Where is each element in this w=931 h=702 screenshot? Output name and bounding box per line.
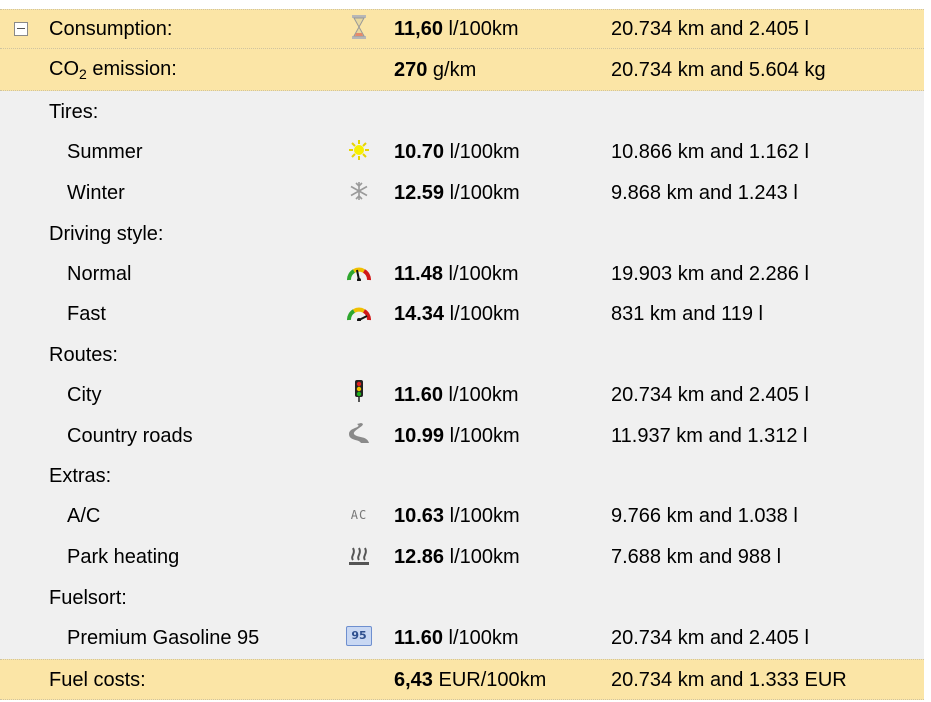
fuelsort-premium-row[interactable]: Premium Gasoline 95 95 11.60 l/100km 20.…: [0, 617, 924, 657]
hourglass-icon: [346, 15, 372, 39]
consumption-stats-panel: Consumption: 11,60 l/100km 20.734 km and…: [0, 0, 931, 702]
country-roads-label: Country roads: [67, 425, 193, 447]
winding-road-icon: [346, 422, 372, 444]
winter-label: Winter: [67, 182, 125, 204]
fuel-costs-value: 6,43 EUR/100km: [394, 669, 547, 691]
routes-country-row[interactable]: Country roads 10.99 l/100km 11.937 km an…: [0, 415, 924, 455]
co2-label: CO2 emission:: [49, 58, 177, 82]
gauge-normal-icon: [346, 262, 372, 284]
normal-value: 11.48 l/100km: [394, 263, 519, 285]
park-heating-label: Park heating: [67, 546, 180, 568]
extras-heading: Extras:: [49, 465, 112, 487]
park-heating-distance: 7.688 km and 988 l: [611, 546, 782, 568]
driving-fast-row[interactable]: Fast 14.34 l/100km 831 km and 119 l: [0, 293, 924, 333]
fast-label: Fast: [67, 303, 106, 325]
snowflake-icon: [346, 180, 372, 202]
driving-style-heading: Driving style:: [49, 223, 164, 245]
summer-label: Summer: [67, 141, 143, 163]
fuel-costs-distance: 20.734 km and 1.333 EUR: [611, 669, 847, 691]
winter-distance: 9.868 km and 1.243 l: [611, 182, 798, 204]
details-body: Tires: Summer 10.70 l/100km 10.866 km an…: [0, 91, 924, 659]
fast-value: 14.34 l/100km: [394, 303, 520, 325]
co2-value: 270 g/km: [394, 59, 477, 81]
premium-gasoline-distance: 20.734 km and 2.405 l: [611, 627, 809, 649]
routes-city-row[interactable]: City 11.60 l/100km 20.734 km and 2.405 l: [0, 374, 924, 414]
fuel-costs-row[interactable]: Fuel costs: 6,43 EUR/100km 20.734 km and…: [0, 659, 924, 700]
consumption-label: Consumption:: [49, 18, 173, 40]
normal-label: Normal: [67, 263, 132, 285]
park-heating-value: 12.86 l/100km: [394, 546, 520, 568]
city-label: City: [67, 384, 102, 406]
tires-winter-row[interactable]: Winter 12.59 l/100km 9.868 km and 1.243 …: [0, 172, 924, 212]
tires-heading: Tires:: [49, 101, 99, 123]
fuel-95-icon: 95: [346, 625, 372, 647]
ac-value: 10.63 l/100km: [394, 505, 520, 527]
ac-distance: 9.766 km and 1.038 l: [611, 505, 798, 527]
ac-label: A/C: [67, 505, 101, 527]
city-value: 11.60 l/100km: [394, 384, 519, 406]
premium-gasoline-value: 11.60 l/100km: [394, 627, 519, 649]
heating-icon: [346, 544, 372, 566]
extras-heating-row[interactable]: Park heating 12.86 l/100km 7.688 km and …: [0, 536, 924, 576]
premium-gasoline-label: Premium Gasoline 95: [67, 627, 260, 649]
summer-value: 10.70 l/100km: [394, 141, 520, 163]
extras-ac-row[interactable]: A/C AC 10.63 l/100km 9.766 km and 1.038 …: [0, 495, 924, 535]
co2-row[interactable]: CO2 emission: 270 g/km 20.734 km and 5.6…: [0, 49, 924, 91]
tires-summer-row[interactable]: Summer 10.70 l/100km 10.866 km and 1.162…: [0, 131, 924, 171]
co2-distance: 20.734 km and 5.604 kg: [611, 59, 826, 81]
routes-heading: Routes:: [49, 344, 118, 366]
driving-normal-row[interactable]: Normal 11.48 l/100km 19.903 km and 2.286…: [0, 253, 924, 293]
city-distance: 20.734 km and 2.405 l: [611, 384, 809, 406]
winter-value: 12.59 l/100km: [394, 182, 520, 204]
gauge-fast-icon: [346, 302, 372, 324]
ac-icon: AC: [350, 508, 368, 522]
consumption-value: 11,60 l/100km: [394, 18, 519, 40]
summer-distance: 10.866 km and 1.162 l: [611, 141, 809, 163]
country-roads-value: 10.99 l/100km: [394, 425, 520, 447]
collapse-toggle-icon[interactable]: [14, 22, 28, 36]
sun-icon: [346, 139, 372, 161]
traffic-light-icon: [346, 380, 372, 402]
consumption-distance: 20.734 km and 2.405 l: [611, 18, 809, 40]
fuelsort-heading: Fuelsort:: [49, 587, 127, 609]
fuel-costs-label: Fuel costs:: [49, 669, 146, 691]
consumption-row[interactable]: Consumption: 11,60 l/100km 20.734 km and…: [0, 9, 924, 49]
fast-distance: 831 km and 119 l: [611, 303, 763, 325]
normal-distance: 19.903 km and 2.286 l: [611, 263, 809, 285]
country-roads-distance: 11.937 km and 1.312 l: [611, 425, 808, 447]
